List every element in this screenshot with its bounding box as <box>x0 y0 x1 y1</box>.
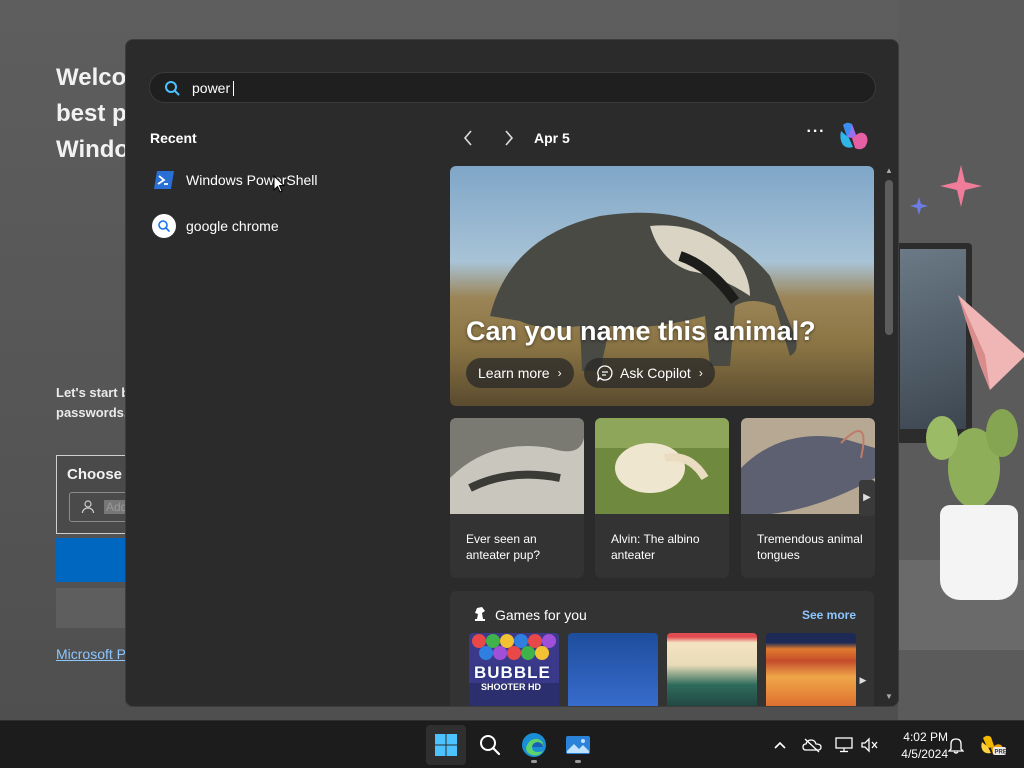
chevron-right-icon[interactable] <box>498 128 518 148</box>
running-indicator <box>531 760 537 763</box>
start-menu: Recent Windows PowerShell google chrome … <box>125 39 899 707</box>
mouse-cursor-icon <box>273 175 285 193</box>
paper-plane-graphic <box>958 295 1024 390</box>
learn-more-button[interactable]: Learn more › <box>466 358 574 388</box>
game-tile[interactable] <box>766 633 856 706</box>
chevron-left-icon[interactable] <box>459 128 479 148</box>
background-welcome-heading: Welco best p Windo <box>56 64 126 163</box>
background-card-title: Choose <box>67 466 123 483</box>
cactus-graphic <box>926 409 1018 508</box>
powershell-icon <box>152 168 176 192</box>
search-box[interactable] <box>149 72 876 103</box>
background-secondary-button[interactable] <box>56 588 126 628</box>
more-options-button[interactable]: ··· <box>805 124 827 146</box>
start-button[interactable] <box>426 725 466 765</box>
sparkle-icon <box>940 165 982 207</box>
recent-item-label: Windows PowerShell <box>186 172 318 188</box>
cards-next-button[interactable]: ▶ <box>859 480 875 516</box>
anteater-pup-photo <box>450 418 584 514</box>
taskbar: 4:02 PM 4/5/2024 PRE <box>0 720 1024 768</box>
hero-card[interactable]: Can you name this animal? Learn more › A… <box>450 166 874 406</box>
copilot-icon[interactable] <box>837 121 871 151</box>
game-tile-bubble-shooter[interactable]: BUBBLE SHOOTER HD <box>469 633 559 706</box>
chat-bubble-icon <box>597 365 613 382</box>
search-icon <box>165 81 180 96</box>
game-tile-label: BUBBLE <box>474 663 551 682</box>
chess-knight-icon <box>475 607 485 621</box>
taskbar-search-button[interactable] <box>470 725 510 765</box>
ask-copilot-button[interactable]: Ask Copilot › <box>584 358 715 388</box>
recent-item-windows-powershell[interactable]: Windows PowerShell <box>152 163 432 197</box>
scroll-thumb[interactable] <box>885 180 893 335</box>
edge-icon <box>522 733 546 757</box>
windows-logo-icon <box>435 734 457 756</box>
ask-copilot-label: Ask Copilot <box>620 365 691 381</box>
background-description: Let's start b passwords, <box>56 385 126 420</box>
news-card-albino-anteater[interactable]: Alvin: The albino anteater <box>595 418 729 578</box>
running-indicator <box>575 760 581 763</box>
games-title: Games for you <box>495 607 587 623</box>
news-card-text: Ever seen an anteater pup? <box>466 532 541 562</box>
background-choose-card: Choose Add <box>56 455 139 534</box>
feed-date: Apr 5 <box>534 130 570 146</box>
copilot-preview-icon[interactable]: PRE <box>980 735 1007 756</box>
news-card-text: Alvin: The albino anteater <box>611 532 700 562</box>
clock-time: 4:02 PM <box>903 730 948 744</box>
games-section: Games for you See more BUBBLE SHOOTER HD… <box>450 591 874 706</box>
see-more-link[interactable]: See more <box>802 608 856 622</box>
user-icon <box>81 500 95 514</box>
background-link[interactable]: Microsoft P <box>56 646 126 662</box>
search-input[interactable] <box>192 77 852 99</box>
search-icon <box>152 214 176 238</box>
recent-heading: Recent <box>150 130 197 146</box>
background-primary-button[interactable] <box>56 538 126 582</box>
hero-title: Can you name this animal? <box>466 316 816 346</box>
onedrive-offline-icon[interactable] <box>802 735 822 755</box>
albino-anteater-photo <box>595 418 729 514</box>
news-card-animal-tongues[interactable]: Tremendous animal tongues <box>741 418 875 578</box>
learn-more-label: Learn more <box>478 365 550 381</box>
notification-bell-icon[interactable] <box>946 735 966 755</box>
text-caret <box>233 81 234 96</box>
system-clock[interactable]: 4:02 PM 4/5/2024 <box>888 729 948 763</box>
recent-item-label: google chrome <box>186 218 279 234</box>
chevron-up-icon[interactable] <box>770 735 790 755</box>
chevron-right-icon: › <box>557 366 562 380</box>
clock-date: 4/5/2024 <box>901 747 948 761</box>
photos-taskbar-button[interactable] <box>558 725 598 765</box>
feed-scrollbar[interactable]: ▲ ▼ <box>882 166 896 706</box>
chevron-right-icon: › <box>698 366 703 380</box>
game-tile[interactable] <box>667 633 757 706</box>
volume-muted-icon[interactable] <box>860 735 880 755</box>
game-tile-sublabel: SHOOTER HD <box>481 682 542 692</box>
photos-icon <box>566 736 590 754</box>
plant-pot-graphic <box>940 505 1018 600</box>
recent-item-google-chrome[interactable]: google chrome <box>152 209 432 243</box>
network-icon[interactable] <box>834 735 854 755</box>
anteater-tongue-photo <box>741 418 875 514</box>
search-icon <box>480 735 501 756</box>
scroll-down-icon[interactable]: ▼ <box>882 692 896 704</box>
sparkle-small-icon <box>910 197 928 215</box>
games-next-button[interactable]: ▶ <box>857 669 869 691</box>
edge-taskbar-button[interactable] <box>514 725 554 765</box>
news-card-anteater-pup[interactable]: Ever seen an anteater pup? <box>450 418 584 578</box>
news-card-text: Tremendous animal tongues <box>757 532 863 562</box>
game-tile[interactable] <box>568 633 658 706</box>
scroll-up-icon[interactable]: ▲ <box>882 166 896 178</box>
svg-text:PRE: PRE <box>995 750 1007 756</box>
